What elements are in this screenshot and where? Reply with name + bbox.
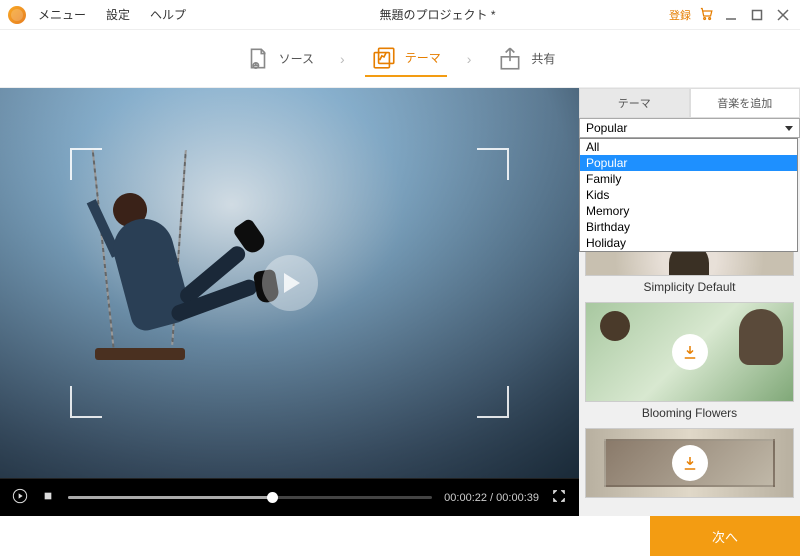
theme-label: Simplicity Default bbox=[585, 276, 794, 298]
chevron-right-icon: › bbox=[467, 51, 472, 67]
theme-list: Simplicity Default Blooming Flowers bbox=[579, 230, 800, 516]
category-option-family[interactable]: Family bbox=[580, 171, 797, 187]
category-option-popular[interactable]: Popular bbox=[580, 155, 797, 171]
step-source-label: ソース bbox=[279, 50, 314, 67]
sidebar: テーマ 音楽を追加 Popular All Popular Family Kid… bbox=[579, 88, 800, 516]
center-play-icon[interactable] bbox=[262, 255, 318, 311]
titlebar: メニュー 設定 ヘルプ 無題のプロジェクト * 登録 bbox=[0, 0, 800, 30]
theme-label: Blooming Flowers bbox=[585, 402, 794, 424]
preview-canvas[interactable] bbox=[0, 88, 579, 478]
theme-card[interactable]: Blooming Flowers bbox=[585, 302, 794, 424]
category-select-value: Popular bbox=[586, 121, 627, 135]
play-button[interactable] bbox=[12, 488, 28, 507]
category-select[interactable]: Popular bbox=[579, 118, 800, 138]
step-share[interactable]: 共有 bbox=[491, 42, 561, 76]
download-icon[interactable] bbox=[672, 334, 708, 370]
menu-settings[interactable]: 設定 bbox=[106, 6, 130, 23]
theme-card[interactable] bbox=[585, 428, 794, 498]
download-icon[interactable] bbox=[672, 445, 708, 481]
category-option-holiday[interactable]: Holiday bbox=[580, 235, 797, 251]
time-display: 00:00:22 / 00:00:39 bbox=[444, 492, 539, 504]
cart-icon[interactable] bbox=[699, 6, 714, 24]
menu-menu[interactable]: メニュー bbox=[38, 6, 86, 23]
category-option-birthday[interactable]: Birthday bbox=[580, 219, 797, 235]
category-option-memory[interactable]: Memory bbox=[580, 203, 797, 219]
next-button[interactable]: 次へ bbox=[650, 516, 800, 556]
preview-pane: 00:00:22 / 00:00:39 bbox=[0, 88, 579, 516]
step-source[interactable]: ソース bbox=[239, 42, 320, 76]
step-share-label: 共有 bbox=[531, 50, 555, 67]
tab-add-music[interactable]: 音楽を追加 bbox=[690, 88, 800, 118]
progress-bar[interactable] bbox=[68, 496, 432, 499]
maximize-button[interactable] bbox=[748, 6, 766, 24]
menu-help[interactable]: ヘルプ bbox=[150, 6, 186, 23]
step-theme-label: テーマ bbox=[405, 49, 441, 66]
category-option-kids[interactable]: Kids bbox=[580, 187, 797, 203]
step-nav: ソース › テーマ › 共有 bbox=[0, 30, 800, 88]
category-dropdown: All Popular Family Kids Memory Birthday … bbox=[579, 138, 798, 252]
login-link[interactable]: 登録 bbox=[669, 7, 691, 23]
footer: 次へ bbox=[0, 516, 800, 556]
chevron-right-icon: › bbox=[340, 51, 345, 67]
category-option-all[interactable]: All bbox=[580, 139, 797, 155]
app-logo-icon bbox=[8, 6, 26, 24]
step-theme[interactable]: テーマ bbox=[365, 41, 447, 77]
minimize-button[interactable] bbox=[722, 6, 740, 24]
fullscreen-button[interactable] bbox=[551, 488, 567, 507]
tab-theme[interactable]: テーマ bbox=[579, 88, 690, 118]
player-controls: 00:00:22 / 00:00:39 bbox=[0, 478, 579, 516]
stop-button[interactable] bbox=[40, 488, 56, 507]
caret-down-icon bbox=[785, 126, 793, 131]
window-title: 無題のプロジェクト * bbox=[206, 6, 669, 23]
close-button[interactable] bbox=[774, 6, 792, 24]
